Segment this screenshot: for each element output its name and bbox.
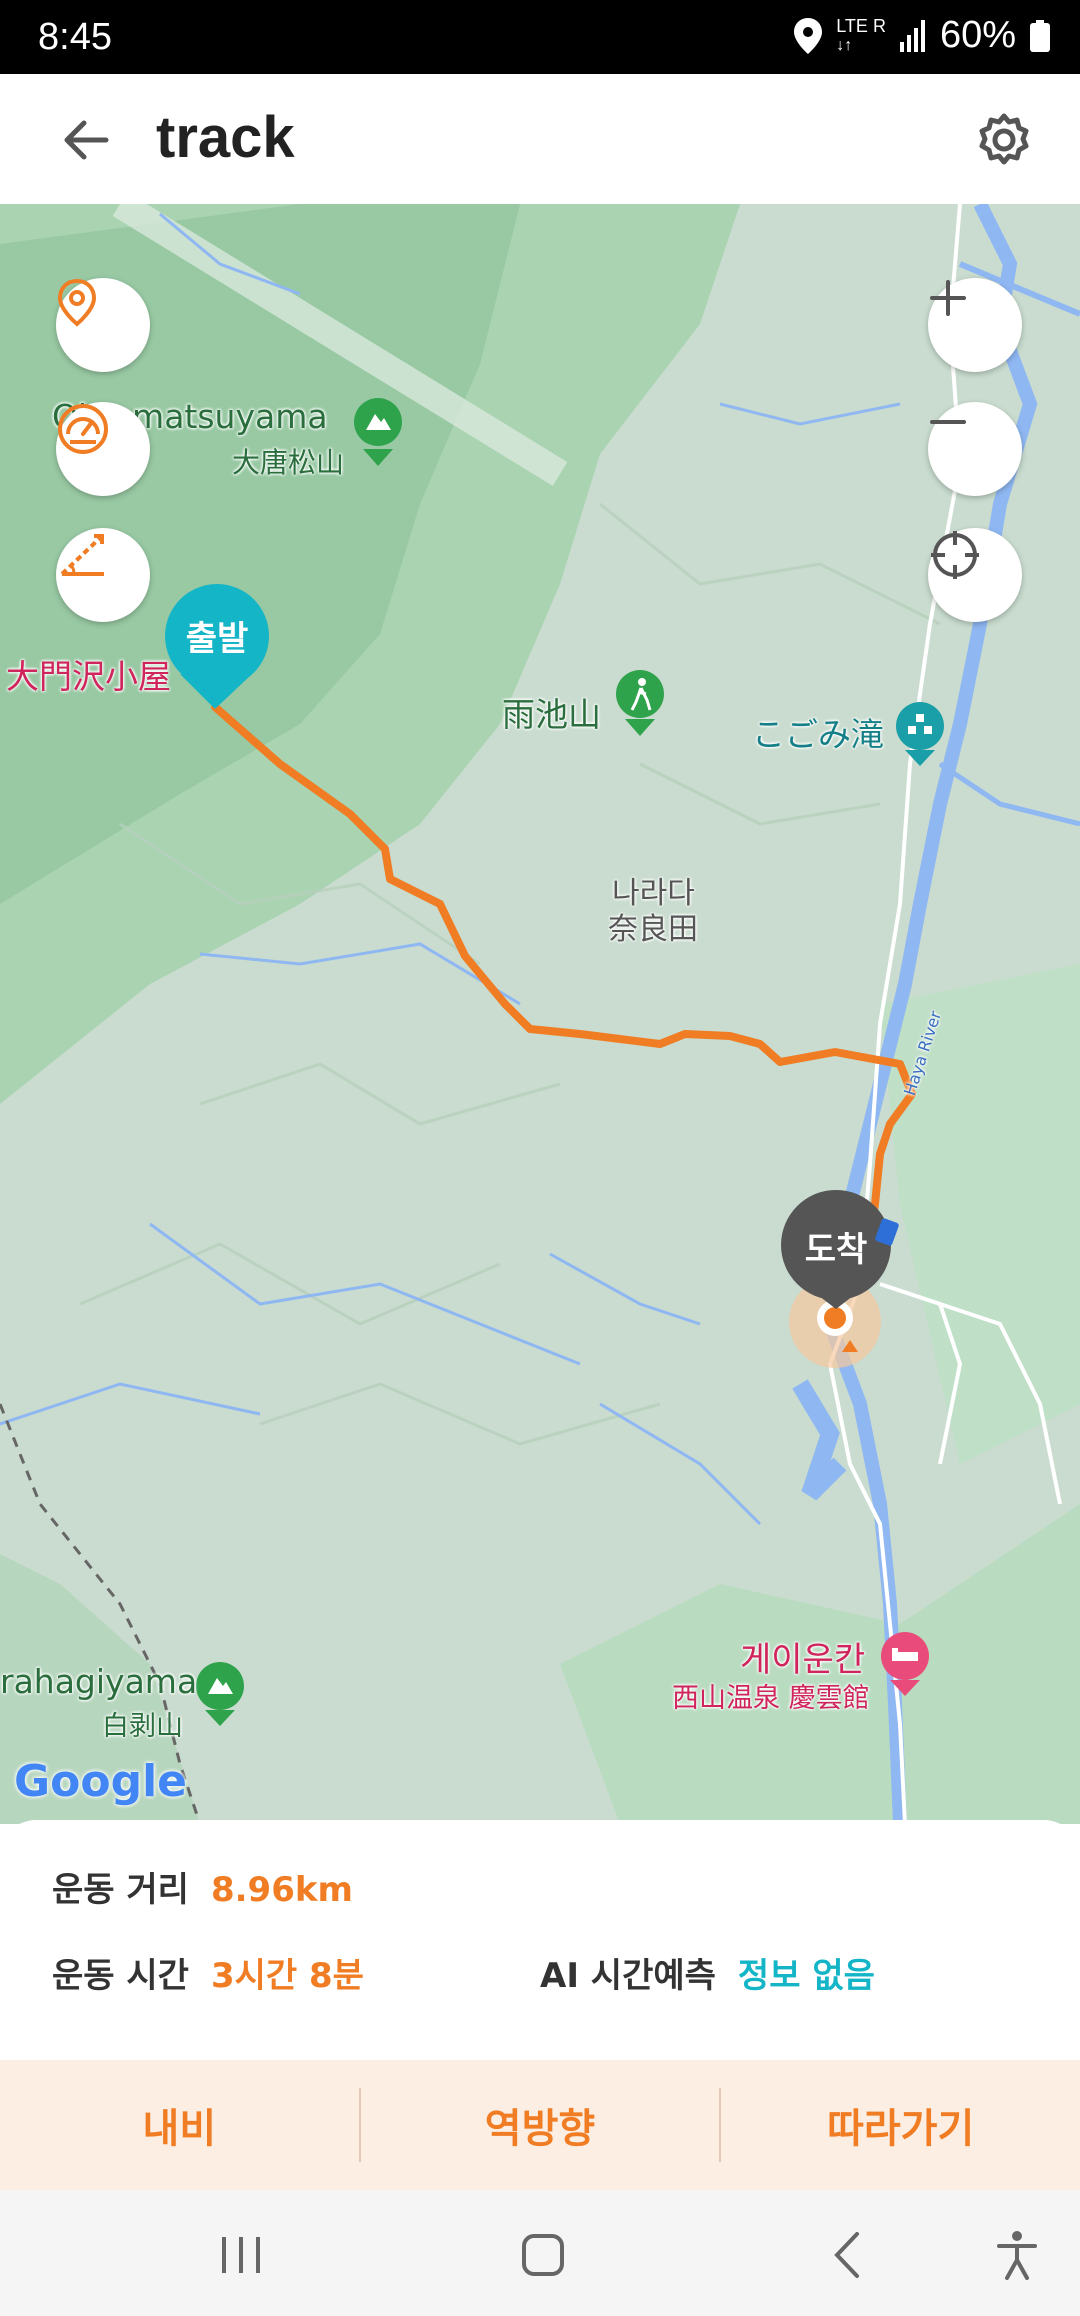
speedometer-icon — [58, 404, 108, 454]
hotel-ko-label: 게이운칸 — [740, 1640, 866, 1680]
settings-button[interactable] — [974, 110, 1034, 170]
location-pin-icon — [57, 278, 97, 327]
system-nav-bar — [0, 2190, 1080, 2316]
home-button[interactable] — [508, 2220, 578, 2290]
time-label: 운동 시간 — [52, 1956, 189, 1996]
distance-value: 8.96km — [210, 1870, 353, 1910]
hut-label: 大門沢小屋 — [6, 657, 171, 696]
kogomi-label: こごみ滝 — [752, 715, 884, 754]
reverse-button[interactable]: 역방향 — [361, 2060, 720, 2190]
zoom-out-button[interactable] — [928, 402, 1022, 496]
plus-icon — [930, 280, 966, 316]
status-icons: LTE R ↓↑ 60% — [794, 14, 1050, 57]
battery-percent: 60% — [939, 14, 1016, 56]
mountain2-label-en: rahagiyama — [0, 1662, 198, 1701]
mountain-label-jp: 大唐松山 — [232, 446, 345, 479]
battery-icon — [1030, 19, 1050, 52]
arrow-left-icon — [64, 120, 109, 160]
status-time: 8:45 — [38, 16, 112, 58]
app-bar: track — [0, 74, 1080, 205]
distance-row: 운동 거리 8.96km — [52, 1862, 353, 1911]
follow-button[interactable]: 따라가기 — [721, 2060, 1080, 2190]
recent-apps-button[interactable] — [206, 2220, 276, 2290]
network-type: LTE R ↓↑ — [836, 15, 886, 54]
signal-icon — [899, 19, 925, 52]
gear-icon — [979, 113, 1029, 165]
time-row: 운동 시간 3시간 8분 — [52, 1948, 364, 1997]
speed-button[interactable] — [56, 402, 150, 496]
minus-icon — [930, 420, 966, 424]
recent-apps-icon — [222, 2237, 260, 2273]
slope-button[interactable] — [56, 528, 150, 622]
mountain2-label-jp: 白剥山 — [102, 1711, 183, 1742]
start-pin-label: 출발 — [185, 619, 249, 659]
distance-label: 운동 거리 — [52, 1870, 189, 1910]
ai-value: 정보 없음 — [737, 1956, 875, 1996]
stats-panel: 운동 거리 8.96km 운동 시간 3시간 8분 AI 시간예측 정보 없음 — [0, 1820, 1080, 2060]
chevron-left-icon — [834, 2232, 859, 2278]
map-view[interactable]: Ohtamatsuyama 大唐松山 大門沢小屋 雨池山 こごみ滝 나라다 奈良… — [0, 204, 1080, 1824]
end-pin-label: 도착 — [804, 1230, 868, 1270]
time-value: 3시간 8분 — [210, 1956, 364, 1996]
crosshair-icon — [931, 531, 979, 579]
narada-jp-label: 奈良田 — [608, 912, 698, 947]
action-bar: 내비 역방향 따라가기 — [0, 2060, 1080, 2190]
page-title: track — [156, 105, 295, 170]
back-button[interactable] — [56, 110, 116, 170]
accessibility-button[interactable] — [982, 2220, 1052, 2290]
zoom-in-button[interactable] — [928, 278, 1022, 372]
map-canvas[interactable] — [0, 204, 1080, 1824]
location-icon — [794, 17, 823, 54]
my-location-button[interactable] — [928, 528, 1022, 622]
status-bar: 8:45 LTE R ↓↑ 60% — [0, 0, 1080, 74]
location-pin-button[interactable] — [56, 278, 150, 372]
back-nav-button[interactable] — [812, 2220, 882, 2290]
google-logo: Google — [14, 1756, 187, 1807]
home-icon — [522, 2234, 564, 2276]
amaike-label: 雨池山 — [502, 695, 601, 734]
ai-label: AI 시간예측 — [540, 1956, 716, 1996]
accessibility-icon — [997, 2231, 1037, 2280]
slope-icon — [60, 534, 104, 576]
navi-button[interactable]: 내비 — [0, 2060, 359, 2190]
ai-row: AI 시간예측 정보 없음 — [540, 1948, 875, 1997]
hotel-jp-label: 西山温泉 慶雲館 — [672, 1683, 870, 1714]
